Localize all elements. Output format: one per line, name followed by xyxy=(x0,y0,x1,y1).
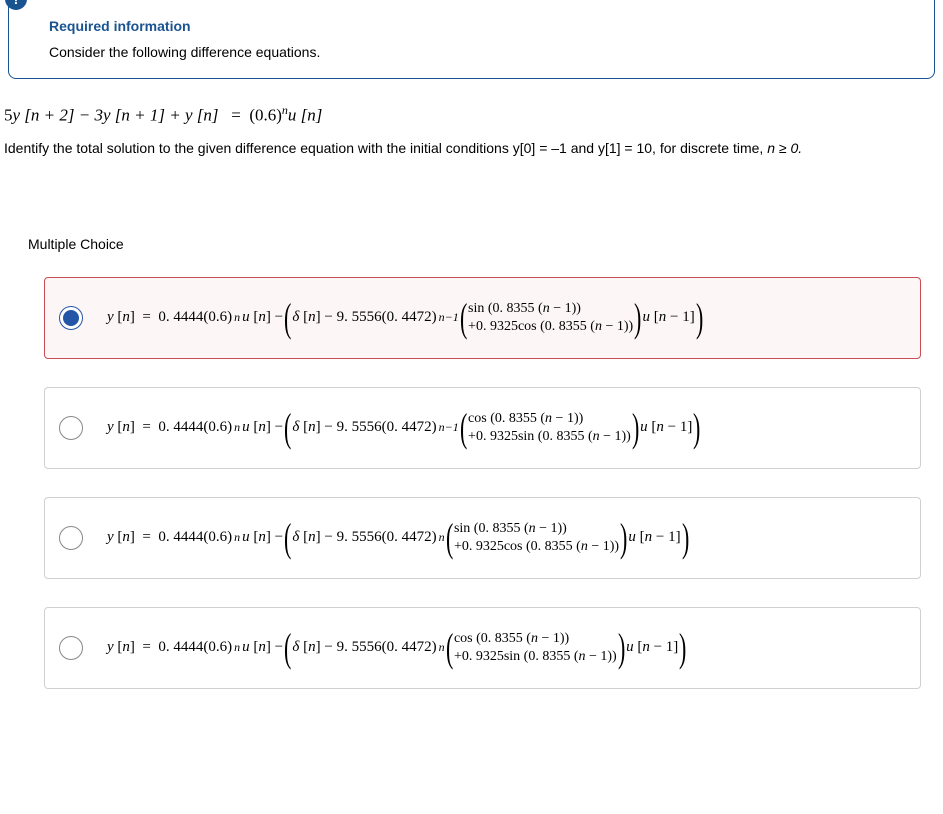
choice-formula: y [n] = 0. 4444(0.6)nu [n] − (δ [n] − 9.… xyxy=(107,628,686,668)
eq-lhs-coef: 5 xyxy=(4,106,13,125)
choice-option-2[interactable]: y [n] = 0. 4444(0.6)nu [n] − (δ [n] − 9.… xyxy=(44,387,921,469)
eq-rhs-tail: u [n] xyxy=(288,106,322,125)
radio-button[interactable] xyxy=(59,416,83,440)
prompt-text: Identify the total solution to the given… xyxy=(4,140,767,156)
radio-button[interactable] xyxy=(59,306,83,330)
question-prompt: Identify the total solution to the given… xyxy=(0,134,943,176)
choice-formula: y [n] = 0. 4444(0.6)nu [n] − (δ [n] − 9.… xyxy=(107,518,688,558)
radio-button[interactable] xyxy=(59,526,83,550)
difference-equation: 5y [n + 2] − 3y [n + 1] + y [n] = (0.6)n… xyxy=(0,99,943,134)
prompt-condition: n ≥ 0. xyxy=(767,140,802,156)
radio-button[interactable] xyxy=(59,636,83,660)
choice-option-1[interactable]: y [n] = 0. 4444(0.6)nu [n] − (δ [n] − 9.… xyxy=(44,277,921,359)
required-info-subtitle: Consider the following difference equati… xyxy=(49,44,906,60)
multiple-choice-label: Multiple Choice xyxy=(0,176,943,277)
choice-option-3[interactable]: y [n] = 0. 4444(0.6)nu [n] − (δ [n] − 9.… xyxy=(44,497,921,579)
required-info-box: ! Required information Consider the foll… xyxy=(8,0,935,79)
choice-option-4[interactable]: y [n] = 0. 4444(0.6)nu [n] − (δ [n] − 9.… xyxy=(44,607,921,689)
eq-lhs: y [n + 2] − 3y [n + 1] + y [n] xyxy=(13,106,219,125)
choice-formula: y [n] = 0. 4444(0.6)nu [n] − (δ [n] − 9.… xyxy=(107,298,702,338)
choice-formula: y [n] = 0. 4444(0.6)nu [n] − (δ [n] − 9.… xyxy=(107,408,700,448)
required-info-title: Required information xyxy=(49,18,906,34)
info-icon: ! xyxy=(5,0,27,10)
eq-rhs-base: (0.6) xyxy=(249,106,282,125)
